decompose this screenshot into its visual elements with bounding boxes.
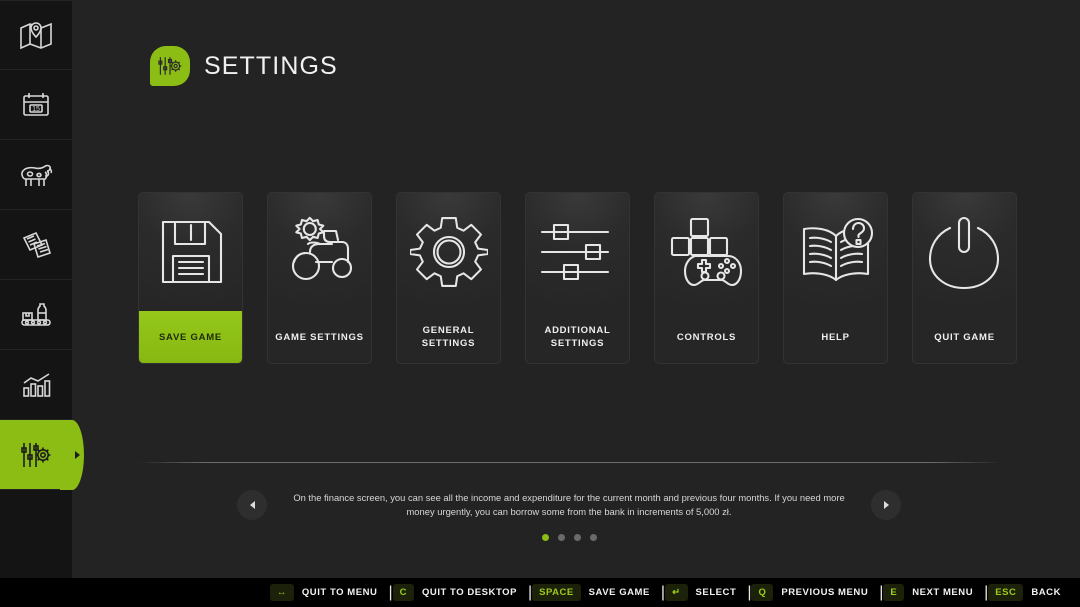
page-header: SETTINGS (150, 46, 338, 86)
conveyor-belt-icon (19, 301, 53, 329)
tip-text: On the finance screen, you can see all t… (289, 491, 849, 519)
settings-sliders-gear-icon (20, 440, 52, 470)
power-icon (913, 193, 1016, 311)
gamepad-keys-icon (655, 193, 758, 311)
key-badge: Q (751, 584, 773, 601)
gear-icon (397, 193, 500, 311)
tile-label: ADDITIONAL SETTINGS (526, 311, 629, 363)
sidebar-item-animals[interactable] (0, 140, 72, 210)
hint-label: NEXT MENU (904, 587, 984, 598)
hint-label: SELECT (688, 587, 748, 598)
sidebar-item-contracts[interactable] (0, 210, 72, 280)
sidebar-item-finances[interactable] (0, 350, 72, 420)
hint-previous-menu[interactable]: Q PREVIOUS MENU (751, 584, 879, 601)
tile-label: GAME SETTINGS (268, 311, 371, 363)
tip-pagination (138, 534, 1000, 541)
hint-next-menu[interactable]: E NEXT MENU (883, 584, 984, 601)
active-tab-arrow-icon (75, 451, 80, 459)
bar-chart-icon (20, 371, 52, 399)
key-badge: E (883, 584, 904, 601)
key-badge: ↔ (270, 584, 294, 601)
tile-quit-game[interactable]: QUIT GAME (912, 192, 1017, 364)
tile-game-settings[interactable]: GAME SETTINGS (267, 192, 372, 364)
sidebar-item-settings[interactable] (0, 420, 72, 490)
hint-back[interactable]: ESC BACK (988, 584, 1072, 601)
pagination-dot[interactable] (590, 534, 597, 541)
key-badge: ↵ (665, 584, 687, 601)
pagination-dot[interactable] (558, 534, 565, 541)
sidebar: 15 (0, 0, 72, 578)
tractor-gear-icon (268, 193, 371, 311)
sidebar-item-map[interactable] (0, 0, 72, 70)
hint-label: BACK (1023, 587, 1072, 598)
key-badge: C (393, 584, 414, 601)
tile-label: GENERAL SETTINGS (397, 311, 500, 363)
sliders-icon (526, 193, 629, 311)
floppy-disk-icon (139, 193, 242, 311)
hint-quit-to-desktop[interactable]: C QUIT TO DESKTOP (393, 584, 528, 601)
tile-label: CONTROLS (655, 311, 758, 363)
tile-additional-settings[interactable]: ADDITIONAL SETTINGS (525, 192, 630, 364)
hint-save-game[interactable]: SPACE SAVE GAME (532, 584, 661, 601)
triangle-left-icon (250, 501, 255, 509)
sidebar-item-calendar[interactable]: 15 (0, 70, 72, 140)
hint-label: QUIT TO MENU (294, 587, 389, 598)
map-pin-icon (19, 20, 53, 50)
hint-select[interactable]: ↵ SELECT (665, 584, 747, 601)
tile-general-settings[interactable]: GENERAL SETTINGS (396, 192, 501, 364)
page-title: SETTINGS (204, 52, 338, 81)
settings-sliders-gear-icon (150, 46, 190, 86)
settings-tile-grid: SAVE GAME GAME SETTINGS (138, 192, 1017, 364)
tile-help[interactable]: HELP (783, 192, 888, 364)
sidebar-spacer (0, 490, 72, 578)
hint-label: SAVE GAME (581, 587, 661, 598)
tile-save-game[interactable]: SAVE GAME (138, 192, 243, 364)
hint-label: PREVIOUS MENU (773, 587, 879, 598)
tile-label: SAVE GAME (139, 311, 242, 363)
sidebar-item-production[interactable] (0, 280, 72, 350)
svg-text:15: 15 (32, 106, 40, 113)
tile-label: QUIT GAME (913, 311, 1016, 363)
pagination-dot[interactable] (542, 534, 549, 541)
cow-icon (18, 161, 54, 189)
hint-quit-to-menu[interactable]: ↔ QUIT TO MENU (270, 584, 389, 601)
documents-icon (20, 230, 52, 260)
tile-label: HELP (784, 311, 887, 363)
calendar-15-icon: 15 (21, 90, 51, 120)
tile-controls[interactable]: CONTROLS (654, 192, 759, 364)
triangle-right-icon (884, 501, 889, 509)
key-badge: SPACE (532, 584, 581, 601)
section-divider (138, 462, 1000, 463)
pagination-dot[interactable] (574, 534, 581, 541)
key-badge: ESC (988, 584, 1023, 601)
hint-label: QUIT TO DESKTOP (414, 587, 528, 598)
book-question-icon (784, 193, 887, 311)
tip-next-button[interactable] (871, 490, 901, 520)
tip-prev-button[interactable] (237, 490, 267, 520)
tip-carousel: On the finance screen, you can see all t… (138, 490, 1000, 520)
bottom-action-bar: ↔ QUIT TO MENU | C QUIT TO DESKTOP | SPA… (0, 578, 1080, 607)
